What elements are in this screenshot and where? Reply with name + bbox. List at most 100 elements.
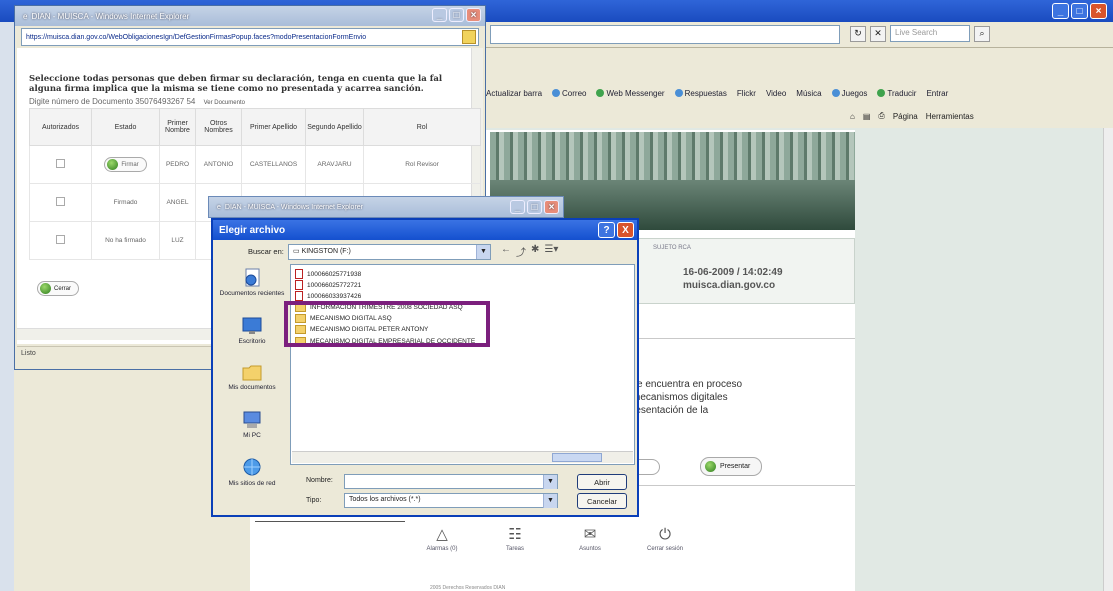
pdf-file-icon [295,269,303,279]
firmar-button[interactable]: Firmar [104,157,147,172]
command-bar: ⌂ ▤ ⎙ Página Herramientas [850,106,1113,126]
presentar-button[interactable]: Presentar [700,457,762,476]
col-header: Otros Nombres [195,108,242,146]
answers-icon [674,89,683,97]
file-name: 100066033937426 [307,292,362,300]
close-button[interactable]: × [544,200,559,214]
place-my-pc[interactable]: Mi PC [217,410,287,440]
print-icon[interactable]: ⎙ [878,111,884,121]
messenger-icon [596,89,605,97]
alarm-icon: △ [436,526,448,543]
footer-label: Alarmas (0) [426,546,458,552]
view-menu-icon[interactable]: ☰▾ [544,244,558,259]
autorizado-checkbox[interactable] [56,235,65,244]
link-juegos[interactable]: Juegos [831,89,867,98]
link-traducir[interactable]: Traducir [877,89,916,98]
go-icon [107,159,119,170]
cerrar-button[interactable]: Cerrar [37,281,80,296]
refresh-icon[interactable]: ↻ [850,25,866,42]
chevron-down-icon[interactable]: ▼ [543,475,557,489]
link-label: Música [796,88,822,98]
list-item[interactable]: 100066033937426 [295,291,361,301]
games-icon [831,89,840,97]
cell-apellido2: ARAVJARU [305,145,364,184]
cmd-herramientas[interactable]: Herramientas [926,112,974,121]
close-button[interactable]: × [1090,3,1107,19]
stop-icon[interactable]: ✕ [870,25,886,42]
open-button[interactable]: Abrir [577,474,627,490]
maximize-button[interactable]: □ [449,8,464,22]
home-icon[interactable]: ⌂ [850,112,855,121]
help-button[interactable]: ? [598,222,615,238]
close-button[interactable]: X [617,222,634,238]
drive-icon: ▭ [293,248,302,255]
cancel-button[interactable]: Cancelar [577,493,627,509]
live-search-input[interactable]: Live Search [890,25,970,42]
link-label: Entrar [926,88,949,98]
maximize-button[interactable]: □ [1071,3,1088,19]
link-flickr[interactable]: Flickr [737,89,756,98]
cell-estado: No ha firmado [91,221,160,260]
second-popup-title-bar: e DIAN - MUISCA - Windows Internet Explo… [208,196,564,218]
up-folder-icon[interactable]: ⤴ [516,244,526,259]
list-item[interactable]: 100066025772721 [295,280,361,290]
place-network[interactable]: Mis sitios de red [217,458,287,488]
filename-input[interactable]: ▼ [344,474,558,489]
autorizado-checkbox[interactable] [56,197,65,206]
file-name: 100066025771938 [307,270,362,278]
link-messenger[interactable]: Web Messenger [596,88,665,98]
minimize-button[interactable]: _ [510,200,525,214]
cmd-pagina[interactable]: Página [893,112,918,121]
autorizado-cell [29,145,92,184]
go-icon [705,461,716,472]
main-scrollbar[interactable] [1103,128,1113,591]
link-label: Flickr [736,88,756,98]
link-video[interactable]: Video [766,89,786,98]
feeds-icon[interactable]: ▤ [863,112,871,121]
pdf-file-icon [295,291,303,301]
place-recent[interactable]: Documentos recientes [217,268,287,298]
maximize-button[interactable]: □ [527,200,542,214]
ver-documento-link[interactable]: Ver Documento [204,100,245,106]
minimize-button[interactable]: _ [432,8,447,22]
popup-url-bar[interactable]: https://muisca.dian.gov.co/WebObligacion… [21,28,479,46]
link-entrar[interactable]: Entrar [926,89,948,98]
footer-asuntos[interactable]: ✉ Asuntos [560,524,620,552]
back-icon[interactable]: ← [501,244,511,259]
recent-documents-icon [245,268,260,287]
file-list-hscrollbar[interactable] [292,451,633,463]
mail-icon [552,89,561,97]
link-correo[interactable]: Correo [552,89,586,98]
instruction-text: Seleccione todas personas que deben firm… [29,74,443,94]
filetype-select[interactable]: Todos los archivos (*.*) ▼ [344,493,558,508]
list-item[interactable]: 100066025771938 [295,269,361,279]
presentar-label: Presentar [720,463,751,470]
session-info: 16-06-2009 / 14:02:49 muisca.dian.gov.co [683,266,783,292]
popup-title-bar: e DIAN - MUISCA - Windows Internet Explo… [15,6,485,26]
link-respuestas[interactable]: Respuestas [674,89,727,98]
copyright: 2005 Derechos Reservados DIAN [430,585,506,591]
close-button[interactable]: × [466,8,481,22]
footer-alarmas[interactable]: △ Alarmas (0) [412,524,472,552]
place-my-documents[interactable]: Mis documentos [217,362,287,392]
address-bar[interactable] [490,25,840,44]
col-header: Segundo Apellido [305,108,364,146]
chevron-down-icon[interactable]: ▼ [543,494,557,508]
new-folder-icon[interactable]: ✱ [531,244,539,259]
footer-cerrar-sesion[interactable]: ⏻ Cerrar sesión [635,524,695,552]
link-label: Web Messenger [606,88,665,98]
message-line: mecanismos digitales [632,392,728,403]
search-icon[interactable]: ⌕ [974,25,990,42]
footer-tareas[interactable]: ☷ Tareas [485,524,545,552]
autorizado-checkbox[interactable] [56,159,65,168]
filetype-value: Todos los archivos (*.*) [349,496,421,503]
link-musica[interactable]: Música [796,89,821,98]
minimize-button[interactable]: _ [1052,3,1069,19]
link-actualizar[interactable]: Actualizar barra [486,89,542,98]
lookin-dropdown[interactable]: ▭ KINGSTON (F:) ▼ [288,244,491,260]
place-label: Documentos recientes [219,290,285,297]
chevron-down-icon[interactable]: ▼ [476,245,490,259]
scroll-thumb[interactable] [552,453,602,462]
lock-icon[interactable] [462,30,476,44]
place-desktop[interactable]: Escritorio [217,316,287,346]
